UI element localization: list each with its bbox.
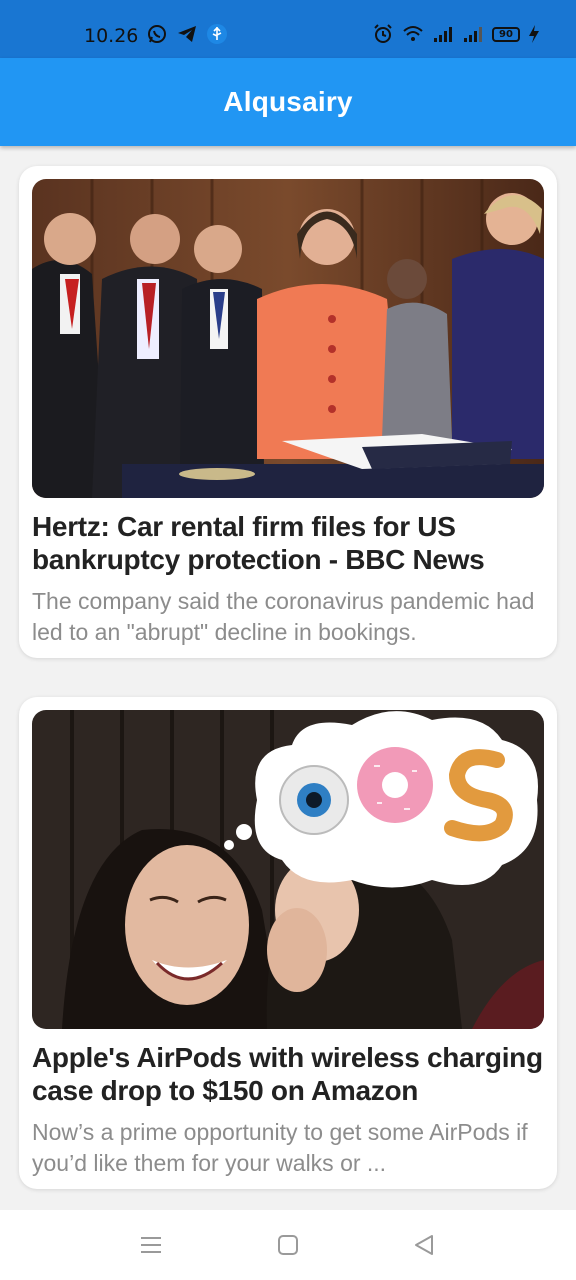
article-image[interactable] <box>32 179 544 498</box>
telegram-icon <box>176 23 198 45</box>
home-icon[interactable] <box>275 1232 301 1258</box>
article-image[interactable] <box>32 710 544 1029</box>
news-feed[interactable]: Hertz: Car rental firm files for US bank… <box>0 146 576 1210</box>
usb-icon <box>206 23 228 45</box>
article-title[interactable]: Hertz: Car rental firm files for US bank… <box>32 510 547 576</box>
status-time: 10.26 <box>84 25 139 47</box>
article-card[interactable]: Apple's AirPods with wireless charging c… <box>19 697 557 1189</box>
article-description: The company said the coronavirus pandemi… <box>32 588 535 645</box>
battery-icon: 90 <box>492 26 520 42</box>
signal-icon <box>432 23 454 45</box>
article-title[interactable]: Apple's AirPods with wireless charging c… <box>32 1041 547 1107</box>
whatsapp-icon <box>146 23 168 45</box>
menu-icon[interactable] <box>138 1232 164 1258</box>
back-icon[interactable] <box>411 1232 437 1258</box>
system-nav-bar <box>0 1210 576 1280</box>
status-bar: 10.26 90 <box>0 0 576 58</box>
app-bar: Alqusairy <box>0 58 576 146</box>
alarm-icon <box>372 23 394 45</box>
article-description: Now’s a prime opportunity to get some Ai… <box>32 1119 528 1176</box>
app-title: Alqusairy <box>223 86 353 117</box>
signal-icon <box>462 23 484 45</box>
article-card[interactable]: Hertz: Car rental firm files for US bank… <box>19 166 557 658</box>
wifi-icon <box>402 23 424 45</box>
charging-icon <box>528 23 540 45</box>
